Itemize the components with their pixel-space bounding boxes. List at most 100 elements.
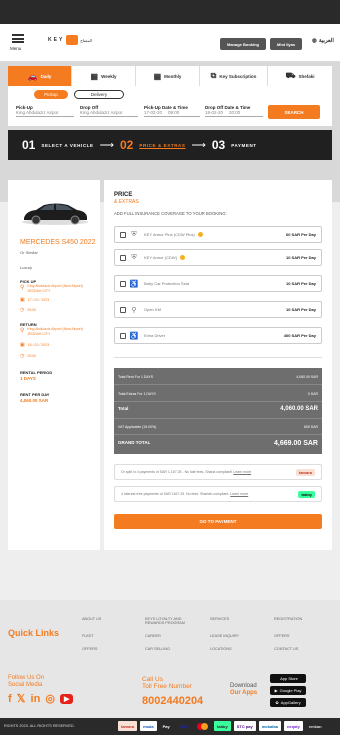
extra-option-baby-seat[interactable]: ♿ Baby Car Protection Seat 10 SAR Per Da… [114,275,322,292]
learn-more-link[interactable]: Learn more [230,492,248,496]
calendar-week-icon: ▦ [90,71,99,81]
dropoff-date[interactable]: 18-02-20 [205,110,223,115]
extra-driver-icon: ♿ [129,332,139,340]
dropoff-value[interactable]: King Abdulaziz Airpor [80,110,138,117]
tab-weekly[interactable]: ▦ Weekly [72,66,136,86]
social-icons: f 𝕏 in ◎ ▶ [8,692,74,705]
visa-logo: VISA [178,723,189,729]
checkbox[interactable] [120,280,126,287]
option-price: 10 SAR Per Day [285,255,316,260]
total-value: 4,060.00 SAR [280,406,318,412]
coverage-heading: ADD FULL INSURANCE COVERAGE TO YOUR BOOK… [114,211,227,216]
grand-total-value: 4,669.00 SAR [274,440,318,447]
x-twitter-icon[interactable]: 𝕏 [17,692,26,705]
manage-booking-button[interactable]: Manage Booking [220,38,266,50]
footer-link-career[interactable]: CAREER [145,634,161,638]
shield-icon: ⛨ [131,253,137,261]
app-store-button[interactable]: App Store [270,674,306,683]
pickup-datetime-value[interactable]: 17-02-20 09:00 [144,110,200,117]
go-to-payment-button[interactable]: GO TO PAYMENT [114,514,322,529]
step-select-vehicle[interactable]: 01 SELECT A VEHICLE [22,138,94,152]
youtube-icon[interactable]: ▶ [59,693,74,704]
tab-shefaki[interactable]: ⛟ Shefaki [268,66,332,86]
info-icon[interactable] [197,232,203,238]
learn-more-link[interactable]: Learn more [233,470,251,474]
extra-option-armor[interactable]: ⛨ KEY Armor (CDW) 10 SAR Per Day [114,249,322,266]
key-logo[interactable]: KEY المفتاح [48,34,100,46]
footer-link-car-selling[interactable]: CAR SELLING [145,647,170,651]
instagram-icon[interactable]: ◎ [45,692,55,705]
checkbox[interactable] [120,306,126,313]
option-name: Baby Car Protection Seat [144,281,190,286]
pickup-field[interactable]: Pick-Up King Abdulaziz Airpor [16,105,74,117]
pickup-value[interactable]: King Abdulaziz Airpor [16,110,74,117]
total-row: Total 4,060.00 SAR [118,406,318,412]
step-payment[interactable]: 03 PAYMENT [212,138,257,152]
footer-link-fleet[interactable]: FLEET [82,634,94,638]
extra-option-open-km[interactable]: ⚲ Open KM 10 SAR Per Day [114,301,322,318]
footer-link-lease-inquiry[interactable]: LEASE INQUIRY [210,634,239,638]
dropoff-time[interactable]: 20:00 [229,110,240,115]
tab-key-subscription[interactable]: ⧉ Key Subscription [200,66,268,86]
checkbox[interactable] [120,254,126,261]
grand-total-row: GRAND TOTAL 4,669.00 SAR [118,440,318,447]
user-account-button[interactable]: Mhd Ilyas [270,38,302,50]
tab-daily[interactable]: 🚗 Daily [8,66,72,86]
delivery-mode-pill[interactable]: Delivery [74,90,124,99]
logo-mark-icon [66,35,79,45]
google-play-button[interactable]: ▶ Google Play [270,686,306,695]
calendar-icon: ▣ [20,342,25,348]
checkbox[interactable] [120,231,126,238]
divider [114,401,322,402]
installment-desc: Or split in 4 payments of SAR 1,167.25 -… [121,470,233,474]
extra-option-extra-driver[interactable]: ♿ Extra Driver 400 SAR Per Day [114,327,322,344]
hamburger-menu-icon[interactable] [12,34,24,43]
apple-pay-logo: Pay [160,721,173,731]
app-gallery-button[interactable]: ✿ AppGallery [270,698,306,707]
vat-value: 609 SAR [303,425,318,429]
total-rent-row: Total Rent For 1 DAYS 4,060.00 SAR [118,375,318,379]
facebook-icon[interactable]: f [8,693,12,705]
dropoff-datetime-value[interactable]: 18-02-20 20:00 [205,110,263,117]
call-us-label: Call Us [142,676,163,683]
pickup-date-row: ▣ 17 / 02 / 2023 [20,297,49,303]
pickup-mode-pill[interactable]: Pickup [34,90,68,99]
mokafaa-logo: mokafaa [258,721,281,731]
language-switch[interactable]: ◍ العربية [312,38,334,44]
phone-number[interactable]: 8002440204 [142,695,203,707]
info-icon[interactable] [180,255,186,261]
total-extras-value: 0 SAR [307,392,318,396]
step-label: PRICE & EXTRAS [139,142,186,148]
rental-period-label: RENTAL PERIOD [20,370,53,375]
linkedin-icon[interactable]: in [31,693,41,705]
step-price-extras[interactable]: 02 PRICE & EXTRAS [120,138,186,152]
checkbox[interactable] [120,332,126,339]
dropoff-datetime-field[interactable]: Drop Off Date & Time 18-02-20 20:00 [205,105,263,117]
tab-monthly[interactable]: ▦ Monthly [136,66,200,86]
footer-link-offers[interactable]: OFFERS [274,634,289,638]
footer-link-loyalty[interactable]: KEYS LOYALTY AND REWARDS PROGRAM [145,617,201,625]
footer-link-offers-2[interactable]: OFFERS [82,647,97,651]
search-button[interactable]: SEARCH [268,105,320,119]
car-image [22,203,88,225]
option-name: KEY Armor Plus (CDW Plus) [144,232,286,238]
language-label: العربية [318,38,334,44]
booking-steps: 01 SELECT A VEHICLE ⟶ 02 PRICE & EXTRAS ⟶ … [8,130,332,160]
return-time-text: 20:00 [27,354,37,358]
pickup-datetime-field[interactable]: Pick-Up Date & Time 17-02-20 09:00 [144,105,200,117]
dropoff-field[interactable]: Drop Off King Abdulaziz Airpor [80,105,138,117]
pickup-date[interactable]: 17-02-20 [144,110,162,115]
tabby-installment: 4 interest-free payments of SAR 1167.25.… [114,486,322,502]
footer-link-locations[interactable]: LOCATIONS [210,647,232,651]
option-price: 10 SAR Per Day [285,307,316,312]
rent-per-day-label: RENT PER DAY [20,392,50,397]
grand-total-label: GRAND TOTAL [118,440,151,445]
footer-link-registration[interactable]: REGISTRATION [274,617,302,621]
toll-free-label: Toll Free Number [142,683,192,690]
extra-option-armor-plus[interactable]: ⛨ KEY Armor Plus (CDW Plus) 60 SAR Per D… [114,226,322,243]
footer-link-services[interactable]: SERVICES [210,617,229,621]
menu-label[interactable]: Menu [10,46,21,51]
footer-link-about[interactable]: ABOUT US [82,617,101,621]
footer-link-contact[interactable]: CONTACT US [274,647,298,651]
pickup-time[interactable]: 09:00 [168,110,179,115]
